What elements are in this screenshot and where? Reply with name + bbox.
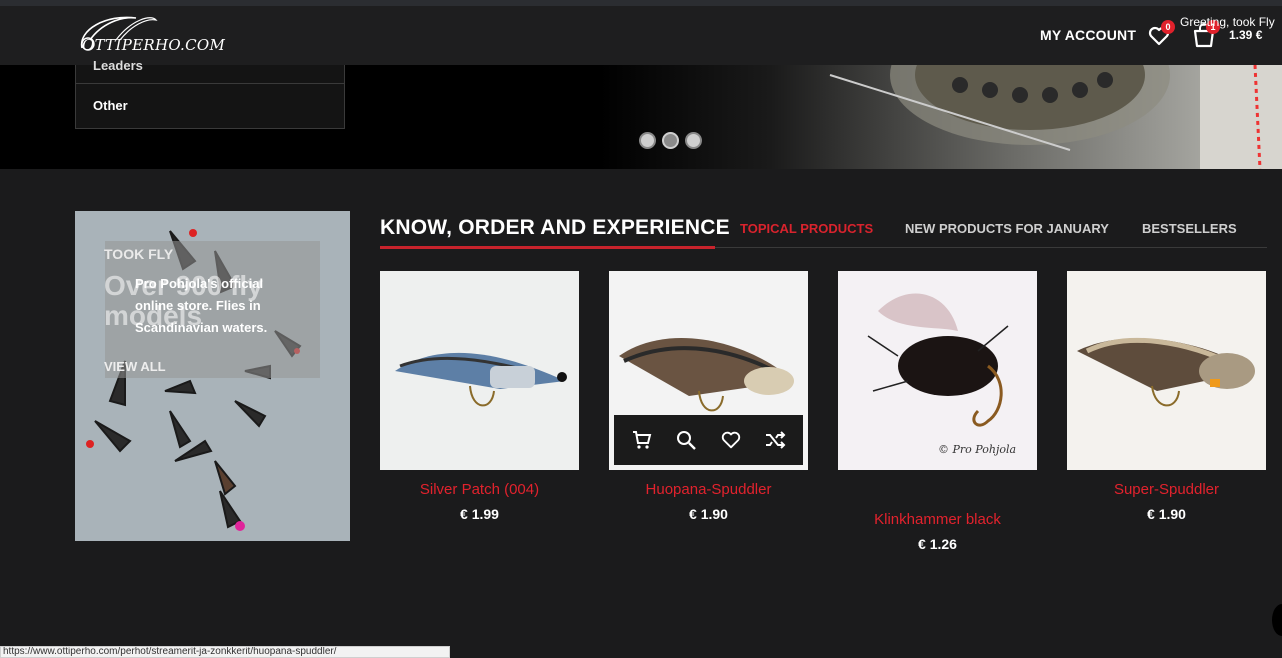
product-name[interactable]: Silver Patch (004) [380, 481, 579, 498]
category-menu: Leaders Other [75, 58, 345, 129]
slider-pagination [639, 132, 702, 149]
cart-icon [633, 431, 652, 449]
add-to-cart-button[interactable] [629, 427, 655, 453]
promo-kicker: TOOK FLY [104, 246, 174, 262]
heart-icon [721, 431, 740, 449]
product-price: € 1.90 [689, 506, 728, 522]
product-price: € 1.99 [460, 506, 499, 522]
tab-topical-products[interactable]: TOPICAL PRODUCTS [740, 221, 873, 236]
compare-button[interactable] [762, 427, 788, 453]
add-to-wishlist-button[interactable] [718, 427, 744, 453]
logo-text: OTTIPERHO.COM [82, 36, 226, 54]
product-price: € 1.90 [1147, 506, 1186, 522]
section-title-underline [380, 246, 715, 249]
tab-bestsellers[interactable]: BESTSELLERS [1142, 221, 1237, 236]
wishlist-count-badge: 0 [1161, 20, 1175, 34]
shuffle-icon [765, 431, 786, 449]
my-account-link[interactable]: MY ACCOUNT [1040, 27, 1136, 43]
wishlist-button[interactable]: 0 [1147, 20, 1175, 48]
fishing-reel-image [600, 65, 1282, 169]
product-name[interactable]: Klinkhammer black [838, 511, 1037, 528]
promo-description: Pro Pohjola's official online store. Fli… [135, 276, 268, 335]
scroll-top-button[interactable] [1272, 604, 1282, 636]
category-item-other[interactable]: Other [93, 98, 128, 113]
browser-status-bar: https://www.ottiperho.com/perhot/streame… [0, 646, 450, 658]
product-image-klinkhammer[interactable]: © Pro Pohjola [838, 271, 1037, 470]
product-image-super-spuddler[interactable] [1067, 271, 1266, 470]
quick-view-button[interactable] [673, 427, 699, 453]
tab-new-products[interactable]: NEW PRODUCTS FOR JANUARY [905, 221, 1109, 236]
watermark-text: © Pro Pohjola [938, 443, 1016, 456]
promo-banner[interactable]: TOOK FLY Over 900 fly models Pro Pohjola… [75, 211, 350, 541]
search-icon [677, 431, 697, 450]
section-title: KNOW, ORDER AND EXPERIENCE [380, 216, 730, 239]
product-quick-actions [614, 415, 803, 465]
slider-dot-2[interactable] [662, 132, 679, 149]
cart-total: 1.39 € [1229, 28, 1263, 42]
menu-divider [76, 83, 344, 84]
view-all-link[interactable]: VIEW ALL [104, 359, 166, 374]
slider-dot-3[interactable] [685, 132, 702, 149]
site-header: OTTIPERHO.COM MY ACCOUNT 0 1 Greeting, t… [0, 6, 1282, 65]
slider-dot-1[interactable] [639, 132, 656, 149]
category-item-partial[interactable]: Leaders [93, 58, 143, 73]
greeting-text: Greeting, took Fly [1180, 15, 1275, 29]
product-name[interactable]: Huopana-Spuddler [609, 481, 808, 498]
product-name[interactable]: Super-Spuddler [1067, 481, 1266, 498]
product-image-silver-patch[interactable] [380, 271, 579, 470]
product-price: € 1.26 [918, 536, 957, 552]
